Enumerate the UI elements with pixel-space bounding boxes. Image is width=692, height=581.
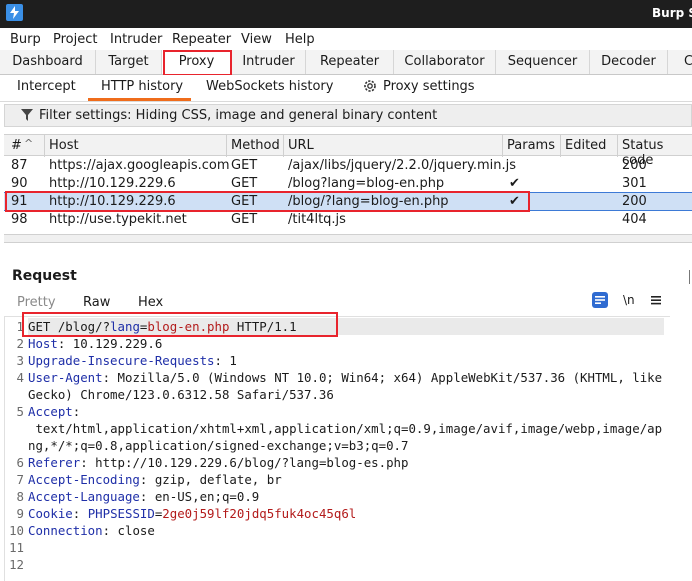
header-line: Accept-Encoding: gzip, deflate, br	[28, 472, 282, 487]
row-number: 87	[11, 158, 28, 173]
row-host: http://use.typekit.net	[49, 212, 187, 227]
window-title: Burp Su	[652, 6, 692, 20]
tab-raw[interactable]: Raw	[83, 295, 110, 310]
menu-bar: Burp Project Intruder Repeater View Help	[0, 30, 692, 50]
proxy-settings-link[interactable]: Proxy settings	[383, 79, 475, 94]
pane-edge	[689, 270, 690, 284]
row-status: 200	[622, 158, 647, 173]
tab-pretty[interactable]: Pretty	[17, 295, 56, 310]
row-url: /blog?lang=blog-en.php	[288, 176, 445, 191]
checkmark-icon: ✔	[509, 176, 520, 191]
col-url[interactable]: URL	[288, 138, 314, 153]
header-line: Upgrade-Insecure-Requests: 1	[28, 353, 237, 368]
row-status: 200	[622, 194, 647, 209]
line-number: 12	[9, 557, 24, 572]
request-line: GET /blog/?lang=blog-en.php HTTP/1.1	[28, 318, 664, 335]
table-row[interactable]: 90 http://10.129.229.6 GET /blog?lang=bl…	[4, 175, 692, 193]
split-divider[interactable]	[4, 234, 692, 243]
main-tabs: Dashboard Target Proxy Intruder Repeater…	[0, 50, 692, 75]
newline-icon[interactable]: \n	[623, 293, 639, 309]
line-number: 4	[16, 370, 24, 385]
header-line: Connection: close	[28, 523, 155, 538]
row-url: /ajax/libs/jquery/2.2.0/jquery.min.js	[288, 158, 517, 173]
line-number: 9	[16, 506, 24, 521]
row-host: http://10.129.229.6	[49, 194, 176, 209]
row-method: GET	[231, 158, 258, 173]
cookie-line: Cookie: PHPSESSID=2ge0j59lf20jdq5fuk4oc4…	[28, 506, 357, 521]
checkmark-icon: ✔	[509, 194, 520, 209]
header-line: Host: 10.129.229.6	[28, 336, 163, 351]
tab-target[interactable]: Target	[96, 50, 162, 74]
tab-websockets-history[interactable]: WebSockets history	[206, 79, 333, 94]
table-row-selected[interactable]: 91 http://10.129.229.6 GET /blog/?lang=b…	[4, 192, 692, 211]
gear-icon[interactable]	[362, 78, 378, 98]
tab-intruder[interactable]: Intruder	[232, 50, 306, 74]
menu-project[interactable]: Project	[53, 32, 97, 47]
wrap-toggle-icon[interactable]	[592, 292, 608, 308]
row-url: /blog/?lang=blog-en.php	[288, 194, 449, 209]
row-url: /tit4ltq.js	[288, 212, 346, 227]
row-number: 98	[11, 212, 28, 227]
header-line: Accept: text/html,application/xhtml+xml,…	[28, 404, 663, 453]
menu-icon[interactable]	[650, 292, 666, 308]
menu-repeater[interactable]: Repeater	[172, 32, 231, 47]
header-line: Accept-Language: en-US,en;q=0.9	[28, 489, 260, 504]
tab-repeater[interactable]: Repeater	[306, 50, 394, 74]
line-number: 6	[16, 455, 24, 470]
menu-intruder[interactable]: Intruder	[110, 32, 162, 47]
table-row[interactable]: 98 http://use.typekit.net GET /tit4ltq.j…	[4, 211, 692, 229]
filter-bar[interactable]: Filter settings: Hiding CSS, image and g…	[4, 104, 692, 127]
row-method: GET	[231, 194, 258, 209]
line-number: 8	[16, 489, 24, 504]
menu-view[interactable]: View	[241, 32, 272, 47]
menu-burp[interactable]: Burp	[10, 32, 41, 47]
row-method: GET	[231, 212, 258, 227]
col-method[interactable]: Method	[231, 138, 280, 153]
col-edited[interactable]: Edited	[565, 138, 606, 153]
tab-hex[interactable]: Hex	[138, 295, 163, 310]
line-number: 1	[16, 319, 24, 334]
filter-settings-text: Filter settings: Hiding CSS, image and g…	[39, 108, 438, 123]
filter-icon	[21, 109, 33, 125]
line-number: 3	[16, 353, 24, 368]
table-row[interactable]: 87 https://ajax.googleapis.com GET /ajax…	[4, 157, 692, 175]
tab-intercept[interactable]: Intercept	[17, 79, 76, 94]
row-host: https://ajax.googleapis.com	[49, 158, 230, 173]
tab-decoder[interactable]: Decoder	[590, 50, 668, 74]
tab-collaborator[interactable]: Collaborator	[394, 50, 496, 74]
col-params[interactable]: Params	[507, 138, 555, 153]
line-number: 10	[9, 523, 24, 538]
col-number[interactable]: #	[11, 138, 22, 153]
line-number: 7	[16, 472, 24, 487]
header-line: User-Agent: Mozilla/5.0 (Windows NT 10.0…	[28, 370, 670, 402]
tab-comparer[interactable]: Com	[668, 50, 692, 74]
tab-dashboard[interactable]: Dashboard	[0, 50, 96, 74]
tab-proxy[interactable]: Proxy	[162, 50, 232, 74]
menu-help[interactable]: Help	[285, 32, 315, 47]
row-host: http://10.129.229.6	[49, 176, 176, 191]
sort-ascending-icon[interactable]: ^	[24, 137, 33, 150]
title-bar: Burp Su	[0, 0, 692, 28]
row-number: 90	[11, 176, 28, 191]
line-number: 11	[9, 540, 24, 555]
tab-sequencer[interactable]: Sequencer	[496, 50, 590, 74]
col-host[interactable]: Host	[49, 138, 79, 153]
history-table-header: # ^ Host Method URL Params Edited Status…	[4, 134, 692, 168]
line-number: 5	[16, 404, 24, 419]
tab-http-history[interactable]: HTTP history	[101, 79, 183, 94]
header-line: Referer: http://10.129.229.6/blog/?lang=…	[28, 455, 409, 470]
request-pane-title: Request	[12, 268, 77, 284]
row-status: 404	[622, 212, 647, 227]
row-method: GET	[231, 176, 258, 191]
row-status: 301	[622, 176, 647, 191]
active-tab-underline	[88, 98, 191, 101]
burp-logo-icon	[6, 4, 23, 21]
line-number: 2	[16, 336, 24, 351]
row-number: 91	[11, 194, 28, 209]
